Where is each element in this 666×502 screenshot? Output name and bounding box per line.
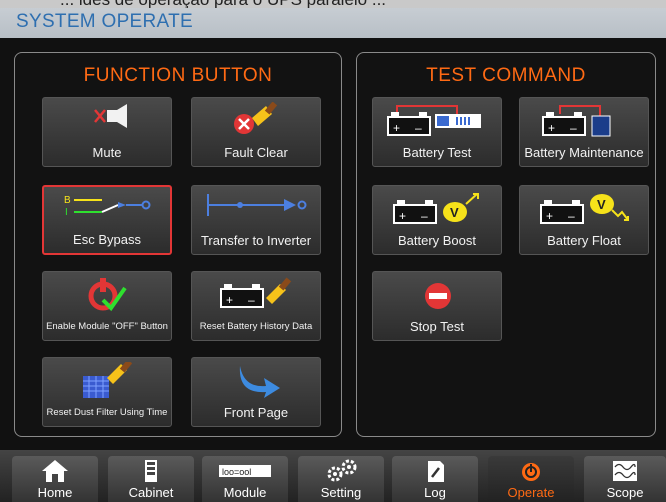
fault-clear-button[interactable]: Fault Clear	[191, 97, 321, 167]
reset-battery-history-button[interactable]: + – Reset Battery History Data	[191, 271, 321, 341]
svg-text:B: B	[64, 195, 71, 206]
tab-log-label: Log	[424, 485, 446, 500]
svg-text:+: +	[399, 209, 406, 223]
power-icon	[522, 463, 540, 481]
battery-float-icon: + – V	[540, 194, 629, 224]
transfer-to-inverter-label: Transfer to Inverter	[200, 233, 312, 248]
reset-dust-filter-button[interactable]: Reset Dust Filter Using Time	[42, 357, 172, 427]
front-page-label: Front Page	[223, 405, 289, 420]
curved-arrow-icon	[239, 366, 280, 398]
esc-bypass-switch-icon: B I	[64, 195, 151, 218]
page-title: SYSTEM OPERATE	[16, 11, 193, 32]
transfer-to-inverter-button[interactable]: Transfer to Inverter	[191, 185, 321, 255]
enable-module-off-label: Enable Module "OFF" Button	[46, 321, 168, 332]
enable-module-off-button[interactable]: Enable Module "OFF" Button	[42, 271, 172, 341]
tab-setting[interactable]: Setting	[298, 456, 384, 502]
test-command-panel: TEST COMMAND + – Battery Test + – Batter…	[356, 52, 656, 437]
cabinet-icon	[145, 460, 157, 482]
function-panel-title: FUNCTION BUTTON	[83, 65, 273, 86]
svg-text:–: –	[421, 209, 428, 223]
reset-dust-filter-label: Reset Dust Filter Using Time	[46, 407, 168, 418]
battery-boost-badge: V	[450, 205, 459, 220]
test-panel-title: TEST COMMAND	[426, 65, 586, 86]
tab-cabinet-label: Cabinet	[128, 485, 174, 500]
tab-scope-label: Scope	[606, 485, 644, 500]
dust-filter-brush-icon	[83, 362, 133, 398]
mute-speaker-icon	[94, 104, 127, 128]
battery-test-icon: + –	[387, 105, 481, 136]
tab-home-label: Home	[37, 485, 73, 500]
svg-text:–: –	[248, 293, 255, 307]
svg-text:–: –	[415, 121, 422, 135]
tab-operate[interactable]: Operate	[488, 456, 574, 502]
settings-gears-icon	[327, 459, 357, 482]
mute-button[interactable]: Mute	[42, 97, 172, 167]
battery-maintenance-button[interactable]: + – Battery Maintenance	[519, 97, 649, 167]
svg-text:I: I	[65, 207, 68, 218]
home-icon	[42, 460, 68, 482]
battery-boost-icon: + – V	[393, 193, 479, 224]
battery-boost-button[interactable]: + – V Battery Boost	[372, 185, 502, 255]
reset-battery-history-label: Reset Battery History Data	[199, 321, 313, 332]
cropped-caption: ... ides de operação para o UPS paralelo…	[0, 0, 666, 8]
module-icon-text: lοο=οοl	[222, 467, 251, 477]
page-header: SYSTEM OPERATE	[0, 8, 666, 38]
battery-brush-icon: + –	[220, 277, 292, 308]
power-check-icon	[88, 278, 127, 312]
battery-test-label: Battery Test	[402, 145, 472, 160]
svg-text:+: +	[546, 209, 553, 223]
tab-home[interactable]: Home	[12, 456, 98, 502]
tab-log[interactable]: Log	[392, 456, 478, 502]
stop-test-button[interactable]: Stop Test	[372, 271, 502, 341]
svg-text:+: +	[548, 121, 555, 135]
battery-test-button[interactable]: + – Battery Test	[372, 97, 502, 167]
bottom-navigation: Home Cabinet lοο=οοl Module Setting Log …	[0, 450, 666, 502]
stop-test-label: Stop Test	[410, 319, 464, 334]
svg-text:+: +	[226, 293, 233, 307]
battery-float-badge: V	[597, 197, 606, 212]
module-icon: lοο=οοl	[219, 465, 271, 477]
esc-bypass-label: Esc Bypass	[73, 232, 141, 247]
svg-text:+: +	[393, 121, 400, 135]
mute-label: Mute	[92, 145, 122, 160]
battery-boost-label: Battery Boost	[397, 233, 477, 248]
front-page-button[interactable]: Front Page	[191, 357, 321, 427]
fault-clear-brush-icon	[234, 102, 278, 134]
tab-operate-label: Operate	[507, 485, 555, 500]
scope-icon	[613, 461, 637, 481]
cropped-caption-text: ... ides de operação para o UPS paralelo…	[60, 0, 386, 8]
svg-text:–: –	[568, 209, 575, 223]
tab-cabinet[interactable]: Cabinet	[108, 456, 194, 502]
esc-bypass-button[interactable]: B I Esc Bypass	[42, 185, 172, 255]
fault-clear-label: Fault Clear	[224, 145, 288, 160]
function-button-panel: FUNCTION BUTTON Mute Fault Clear B I Esc…	[14, 52, 342, 437]
tab-setting-label: Setting	[320, 485, 362, 500]
battery-float-button[interactable]: + – V Battery Float	[519, 185, 649, 255]
tab-module-label: Module	[223, 485, 267, 500]
tab-scope[interactable]: Scope	[584, 456, 666, 502]
log-icon	[428, 461, 444, 482]
tab-module[interactable]: lοο=οοl Module	[202, 456, 288, 502]
transfer-arrow-icon	[207, 194, 307, 216]
battery-maintenance-label: Battery Maintenance	[524, 145, 644, 160]
stop-icon	[425, 283, 451, 309]
svg-text:–: –	[570, 121, 577, 135]
battery-float-label: Battery Float	[547, 233, 621, 248]
battery-maintenance-icon: + –	[542, 105, 611, 137]
